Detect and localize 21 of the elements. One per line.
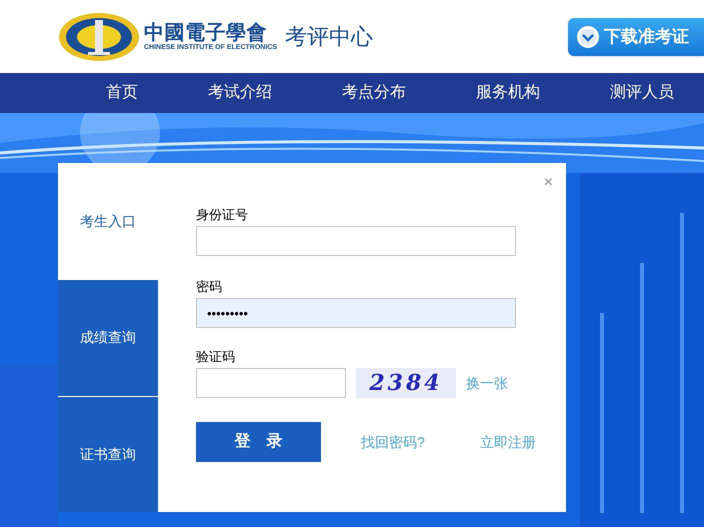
login-button[interactable]: 登 录: [196, 422, 321, 462]
captcha-field[interactable]: [196, 368, 346, 398]
logo-title: 中國電子學會: [144, 21, 268, 43]
captcha-image[interactable]: 2384: [356, 368, 456, 398]
nav-link[interactable]: 测评人员: [610, 81, 674, 105]
logo-icon: [58, 12, 140, 62]
download-button[interactable]: 下载准考证: [568, 18, 704, 56]
nav-link[interactable]: 服务机构: [476, 81, 540, 105]
input-field[interactable]: [196, 226, 516, 256]
site-name: 考评中心: [285, 23, 374, 51]
field-label: 身份证号: [196, 206, 249, 224]
nav-link[interactable]: 首页: [106, 81, 138, 105]
nav-link[interactable]: 考点分布: [342, 81, 406, 105]
input-field[interactable]: •••••••••: [196, 298, 516, 328]
field-label: 验证码: [196, 348, 236, 366]
field-label: 密码: [196, 278, 223, 296]
dialog-tab[interactable]: 证书查询: [58, 396, 158, 512]
chevron-down-icon: [576, 24, 600, 48]
close-button[interactable]: ×: [544, 171, 553, 195]
dialog-tab[interactable]: 成绩查询: [58, 279, 158, 396]
nav-link[interactable]: 考试介绍: [208, 81, 272, 105]
